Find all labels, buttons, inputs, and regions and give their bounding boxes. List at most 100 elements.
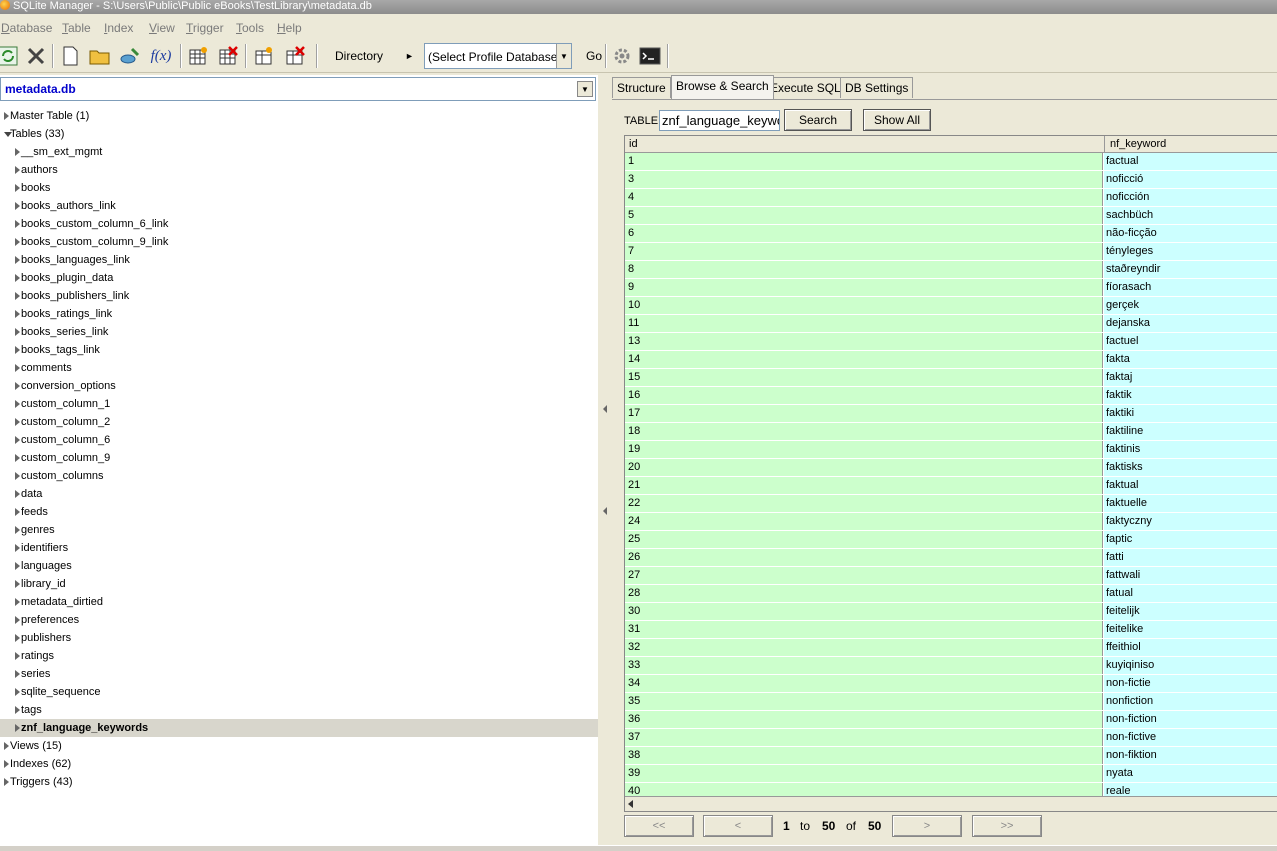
- triangle-right-icon[interactable]: [15, 346, 20, 354]
- cell-id[interactable]: 14: [625, 351, 1103, 368]
- cell-nf-keyword[interactable]: faktisks: [1104, 459, 1277, 476]
- cell-id[interactable]: 22: [625, 495, 1103, 512]
- gear-icon[interactable]: [608, 42, 636, 70]
- triangle-right-icon[interactable]: [15, 598, 20, 606]
- tree-node[interactable]: books_publishers_link: [0, 287, 598, 305]
- tab-execute-sql[interactable]: Execute SQL: [765, 77, 846, 98]
- go-button[interactable]: Go: [586, 49, 602, 63]
- cell-nf-keyword[interactable]: fatti: [1104, 549, 1277, 566]
- table-row[interactable]: 1 factual: [625, 153, 1277, 171]
- table-row[interactable]: 36 non-fiction: [625, 711, 1277, 729]
- tree-node[interactable]: custom_column_6: [0, 431, 598, 449]
- cell-id[interactable]: 25: [625, 531, 1103, 548]
- table-row[interactable]: 32 ffeithiol: [625, 639, 1277, 657]
- cell-nf-keyword[interactable]: faktuelle: [1104, 495, 1277, 512]
- scroll-left-icon[interactable]: [628, 800, 633, 808]
- cell-nf-keyword[interactable]: fakta: [1104, 351, 1277, 368]
- database-select[interactable]: metadata.db ▼: [0, 77, 596, 101]
- cell-nf-keyword[interactable]: faktiki: [1104, 405, 1277, 422]
- table-row[interactable]: 22 faktuelle: [625, 495, 1277, 513]
- cell-id[interactable]: 32: [625, 639, 1103, 656]
- tree-node[interactable]: conversion_options: [0, 377, 598, 395]
- triangle-right-icon[interactable]: [15, 328, 20, 336]
- tree-node[interactable]: metadata_dirtied: [0, 593, 598, 611]
- triangle-right-icon[interactable]: [15, 238, 20, 246]
- triangle-right-icon[interactable]: [15, 526, 20, 534]
- table-row[interactable]: 34 non-fictie: [625, 675, 1277, 693]
- table-row[interactable]: 16 faktik: [625, 387, 1277, 405]
- directory-label[interactable]: Directory: [335, 49, 383, 63]
- triangle-right-icon[interactable]: [4, 760, 9, 768]
- tree-node[interactable]: Master Table (1): [0, 107, 598, 125]
- cell-id[interactable]: 6: [625, 225, 1103, 242]
- cell-id[interactable]: 33: [625, 657, 1103, 674]
- tree-node[interactable]: __sm_ext_mgmt: [0, 143, 598, 161]
- cell-nf-keyword[interactable]: staðreyndir: [1104, 261, 1277, 278]
- column-header-nf-keyword[interactable]: nf_keyword: [1104, 136, 1277, 152]
- table-row[interactable]: 20 faktisks: [625, 459, 1277, 477]
- cell-nf-keyword[interactable]: fattwali: [1104, 567, 1277, 584]
- cell-nf-keyword[interactable]: noficción: [1104, 189, 1277, 206]
- tab-browse-search[interactable]: Browse & Search: [671, 75, 774, 99]
- table-row[interactable]: 21 faktual: [625, 477, 1277, 495]
- directory-arrow-icon[interactable]: ►: [405, 51, 414, 61]
- triangle-right-icon[interactable]: [15, 382, 20, 390]
- menu-database[interactable]: Database: [1, 21, 52, 35]
- table-row[interactable]: 18 faktiline: [625, 423, 1277, 441]
- cell-id[interactable]: 26: [625, 549, 1103, 566]
- triangle-right-icon[interactable]: [15, 706, 20, 714]
- tree-node[interactable]: books_languages_link: [0, 251, 598, 269]
- tools-icon[interactable]: [22, 42, 50, 70]
- open-folder-icon[interactable]: [86, 42, 114, 70]
- triangle-right-icon[interactable]: [15, 220, 20, 228]
- triangle-right-icon[interactable]: [15, 490, 20, 498]
- cell-nf-keyword[interactable]: faktiline: [1104, 423, 1277, 440]
- cell-id[interactable]: 34: [625, 675, 1103, 692]
- collapse-left-icon[interactable]: [603, 405, 607, 413]
- tree-node[interactable]: books_authors_link: [0, 197, 598, 215]
- triangle-right-icon[interactable]: [15, 364, 20, 372]
- cell-nf-keyword[interactable]: noficció: [1104, 171, 1277, 188]
- cell-id[interactable]: 17: [625, 405, 1103, 422]
- table-row[interactable]: 8 staðreyndir: [625, 261, 1277, 279]
- cell-nf-keyword[interactable]: faktinis: [1104, 441, 1277, 458]
- cell-nf-keyword[interactable]: faktik: [1104, 387, 1277, 404]
- triangle-right-icon[interactable]: [4, 778, 9, 786]
- table-row[interactable]: 30 feitelijk: [625, 603, 1277, 621]
- cell-nf-keyword[interactable]: tényleges: [1104, 243, 1277, 260]
- triangle-right-icon[interactable]: [15, 724, 20, 732]
- cell-id[interactable]: 11: [625, 315, 1103, 332]
- triangle-right-icon[interactable]: [15, 508, 20, 516]
- cell-nf-keyword[interactable]: factuel: [1104, 333, 1277, 350]
- cell-id[interactable]: 15: [625, 369, 1103, 386]
- table-row[interactable]: 24 faktyczny: [625, 513, 1277, 531]
- cell-nf-keyword[interactable]: faktaj: [1104, 369, 1277, 386]
- cell-nf-keyword[interactable]: non-fiction: [1104, 711, 1277, 728]
- cell-nf-keyword[interactable]: nyata: [1104, 765, 1277, 782]
- triangle-right-icon[interactable]: [15, 292, 20, 300]
- table-name-field[interactable]: znf_language_keywords: [659, 110, 780, 131]
- tree-node[interactable]: Tables (33): [0, 125, 598, 143]
- triangle-right-icon[interactable]: [15, 652, 20, 660]
- table-row[interactable]: 38 non-fiktion: [625, 747, 1277, 765]
- cell-id[interactable]: 5: [625, 207, 1103, 224]
- triangle-right-icon[interactable]: [15, 616, 20, 624]
- table-row[interactable]: 28 fatual: [625, 585, 1277, 603]
- triangle-right-icon[interactable]: [15, 454, 20, 462]
- table-row[interactable]: 19 faktinis: [625, 441, 1277, 459]
- tree-node[interactable]: publishers: [0, 629, 598, 647]
- table-row[interactable]: 13 factuel: [625, 333, 1277, 351]
- cell-nf-keyword[interactable]: non-fiktion: [1104, 747, 1277, 764]
- last-page-button[interactable]: >>: [972, 815, 1042, 837]
- cell-nf-keyword[interactable]: nonfiction: [1104, 693, 1277, 710]
- drop-table-icon[interactable]: [214, 42, 242, 70]
- tree-node[interactable]: books_plugin_data: [0, 269, 598, 287]
- cell-nf-keyword[interactable]: faktyczny: [1104, 513, 1277, 530]
- table-row[interactable]: 35 nonfiction: [625, 693, 1277, 711]
- tree-node[interactable]: genres: [0, 521, 598, 539]
- menu-trigger[interactable]: Trigger: [186, 21, 224, 35]
- chevron-down-icon[interactable]: ▼: [577, 81, 593, 97]
- panel-splitter[interactable]: [600, 75, 610, 845]
- tree-node[interactable]: Views (15): [0, 737, 598, 755]
- cell-nf-keyword[interactable]: gerçek: [1104, 297, 1277, 314]
